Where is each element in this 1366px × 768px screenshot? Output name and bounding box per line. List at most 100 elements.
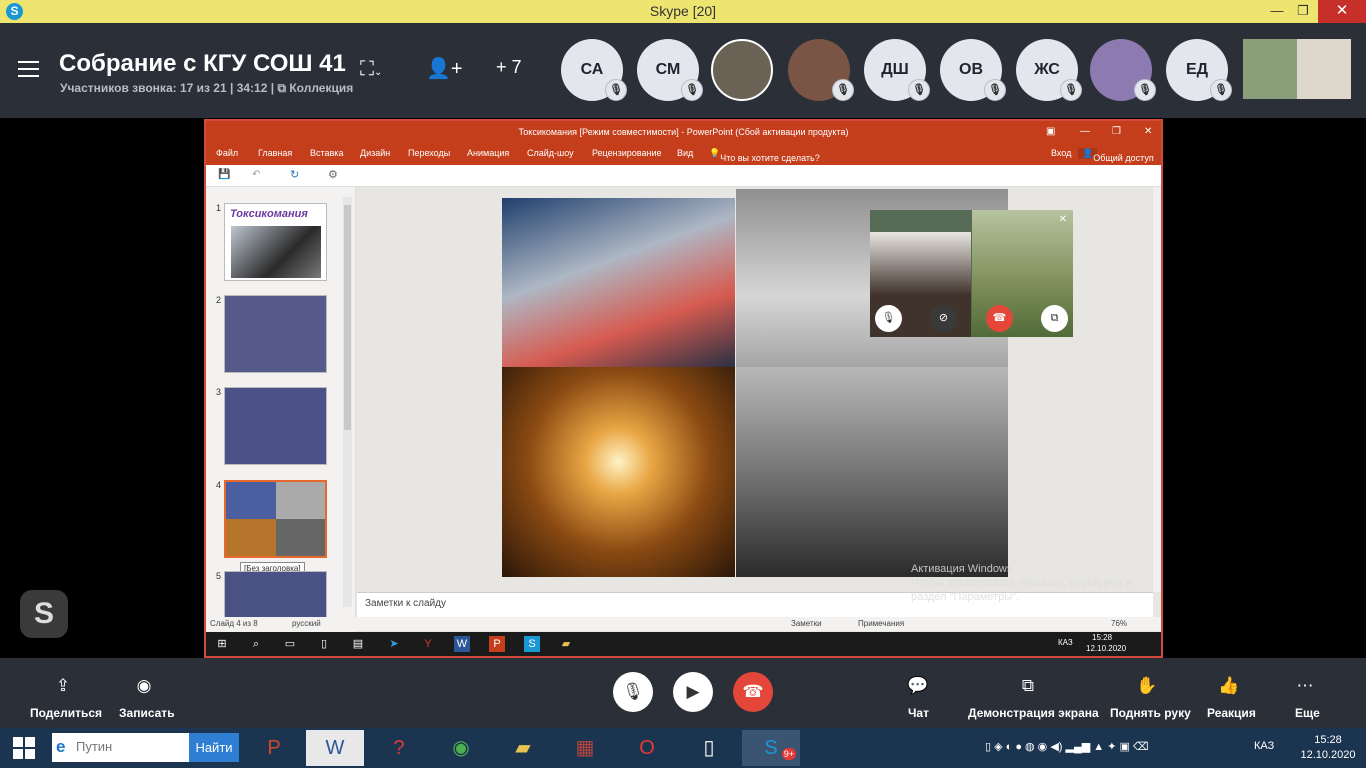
slide-thumbnail-5[interactable] — [224, 571, 327, 621]
muted-mic-icon: 🎙 — [984, 79, 1006, 101]
record-icon[interactable]: ◉ — [129, 676, 159, 696]
ppt-login[interactable]: Вход — [1051, 148, 1071, 158]
tray-icons[interactable]: ▯ ◈ ◐ ● ◍ ◉ ◀) ▂▄▆ ▲ ✦ ▣ ⌫ — [985, 740, 1149, 753]
word-taskbar-icon[interactable]: W — [306, 730, 364, 766]
opera-taskbar-icon[interactable]: O — [618, 730, 676, 766]
skype-floating-icon[interactable]: S — [20, 590, 68, 638]
slide-image-chemicals[interactable] — [502, 198, 735, 367]
ie-icon: e — [56, 737, 66, 756]
popout-icon[interactable]: ⧉ — [1041, 305, 1068, 332]
participant-avatar[interactable]: СМ 🎙 — [637, 39, 703, 101]
slide-image-person-curled[interactable] — [736, 367, 1008, 577]
mic-button[interactable]: 🎙 — [613, 672, 653, 712]
reaction-icon[interactable]: 👍 — [1214, 676, 1244, 696]
slide-thumbnail-4[interactable] — [224, 480, 327, 558]
participant-avatar[interactable]: ДШ 🎙 — [864, 39, 930, 101]
share-button[interactable]: Поделиться — [30, 706, 102, 720]
skype-taskbar-icon[interactable]: S 9+ — [742, 730, 800, 766]
close-button[interactable]: ✕ — [1318, 0, 1366, 23]
slide-image-candle[interactable] — [502, 367, 735, 577]
clock[interactable]: 15:28 12.10.2020 — [1296, 733, 1360, 763]
video-off-button[interactable]: ⊘ — [930, 305, 957, 332]
slide-thumbnail-1[interactable]: Токсикомания — [224, 203, 327, 281]
participant-avatar[interactable]: ЖС 🎙 — [1016, 39, 1082, 101]
raise-hand-button[interactable]: Поднять руку — [1110, 706, 1191, 720]
ppt-menu-item[interactable]: Вид — [677, 148, 693, 158]
participant-photo-avatar[interactable] — [711, 39, 773, 101]
collection-link[interactable]: Коллекция — [289, 81, 353, 95]
slide-thumbnails: 1 Токсикомания 2 3 4 [Без заголовка] 5 — [206, 187, 356, 637]
thumbnails-scrollbar[interactable] — [343, 197, 352, 607]
ppt-ribbon-display-icon[interactable]: ▣ — [1046, 121, 1055, 143]
chat-icon[interactable]: 💬 — [903, 676, 933, 696]
reaction-button[interactable]: Реакция — [1207, 706, 1256, 720]
word-icon: W — [454, 636, 470, 652]
powerpoint-taskbar-icon[interactable]: P — [245, 730, 303, 766]
participant-avatar[interactable]: СА 🎙 — [561, 39, 627, 101]
record-button[interactable]: Записать — [119, 706, 175, 720]
chat-button[interactable]: Чат — [908, 706, 929, 720]
slide-scrollbar[interactable] — [1153, 187, 1161, 592]
winrar-taskbar-icon[interactable]: ▦ — [556, 730, 614, 766]
notes-button[interactable]: Заметки — [791, 619, 822, 628]
ppt-minimize-button[interactable]: — — [1080, 121, 1090, 143]
self-video-preview[interactable]: ✕ 🎙 ⊘ ☎ ⧉ — [870, 210, 1073, 337]
ppt-menu-item[interactable]: Слайд-шоу — [527, 148, 574, 158]
ppt-menu-item[interactable]: Файл — [216, 148, 238, 158]
file-taskbar-icon[interactable]: ▯ — [680, 730, 738, 766]
participant-avatar[interactable]: ОВ 🎙 — [940, 39, 1006, 101]
minimize-button[interactable]: — — [1264, 0, 1290, 23]
slide-canvas: ✕ 🎙 ⊘ ☎ ⧉ — [357, 187, 1153, 592]
more-button[interactable]: Еще — [1295, 706, 1320, 720]
layout-icon[interactable]: ⛶⌄ — [360, 58, 382, 81]
raise-hand-icon[interactable]: ✋ — [1132, 676, 1162, 696]
close-icon[interactable]: ✕ — [1059, 214, 1067, 225]
muted-mic-icon: 🎙 — [605, 79, 627, 101]
maximize-button[interactable]: ❐ — [1290, 0, 1316, 23]
screen-share-button[interactable]: Демонстрация экрана — [968, 706, 1099, 720]
search-button[interactable]: Найти — [189, 733, 239, 762]
ppt-menu-item[interactable]: Дизайн — [360, 148, 390, 158]
more-icon[interactable]: ⋯ — [1290, 676, 1320, 696]
slide-thumbnail-2[interactable] — [224, 295, 327, 373]
ppt-menu-item[interactable]: Вставка — [310, 148, 343, 158]
video-button[interactable]: ▶ — [673, 672, 713, 712]
ppt-status-bar: Слайд 4 из 8 русский Заметки Примечания … — [206, 617, 1161, 631]
share-icon[interactable]: ⇪ — [48, 676, 78, 696]
ppt-tell-me[interactable]: 💡 Что вы хотите сделать? — [709, 148, 820, 163]
save-icon[interactable]: 💾 — [218, 169, 230, 180]
slide-number: 4 — [216, 480, 222, 490]
slide-thumbnail-3[interactable] — [224, 387, 327, 465]
more-participants-button[interactable]: + 7 — [496, 57, 522, 78]
participant-video-thumbnail[interactable] — [1243, 39, 1351, 99]
end-call-button[interactable]: ☎ — [733, 672, 773, 712]
end-call-button[interactable]: ☎ — [986, 305, 1013, 332]
customize-icon[interactable]: ⚙ — [328, 168, 338, 181]
ppt-menu-item[interactable]: Рецензирование — [592, 148, 662, 158]
add-participant-icon[interactable]: 👤+ — [426, 56, 463, 81]
redo-icon[interactable]: ↻ — [290, 168, 299, 181]
ppt-menu-item[interactable]: Переходы — [408, 148, 450, 158]
help-taskbar-icon[interactable]: ? — [370, 730, 428, 766]
participant-photo-avatar[interactable]: 🎙 — [788, 39, 854, 101]
undo-icon[interactable]: ↶ — [252, 169, 260, 180]
search-input[interactable]: e Путин — [52, 733, 189, 762]
language-indicator[interactable]: КАЗ — [1254, 740, 1274, 752]
skype-badge: 9+ — [781, 748, 796, 760]
menu-icon[interactable] — [18, 61, 39, 77]
explorer-taskbar-icon[interactable]: ▰ — [494, 730, 552, 766]
screen-share-icon[interactable]: ⧉ — [1013, 676, 1043, 696]
zoom-level[interactable]: 76% — [1111, 619, 1127, 628]
ppt-close-button[interactable]: ✕ — [1144, 121, 1152, 143]
ppt-share-button[interactable]: 👤 Общий доступ — [1078, 148, 1154, 163]
mic-button[interactable]: 🎙 — [875, 305, 902, 332]
ppt-maximize-button[interactable]: ❐ — [1112, 121, 1121, 143]
participant-avatar[interactable]: ЕД 🎙 — [1166, 39, 1232, 101]
ppt-menu-item[interactable]: Главная — [258, 148, 292, 158]
participant-photo-avatar[interactable]: 🎙 — [1090, 39, 1156, 101]
start-button[interactable] — [0, 728, 48, 768]
chrome-taskbar-icon[interactable]: ◉ — [432, 730, 490, 766]
ppt-menu-item[interactable]: Анимация — [467, 148, 509, 158]
comments-button[interactable]: Примечания — [858, 619, 904, 628]
slide-number: 2 — [216, 295, 222, 305]
